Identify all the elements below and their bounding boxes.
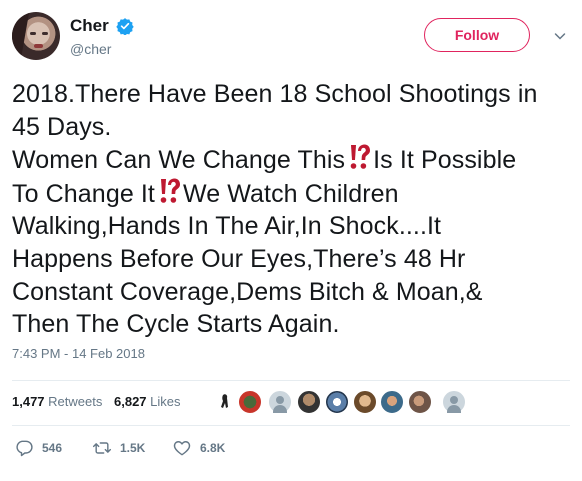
- like-button[interactable]: 6.8K: [172, 438, 225, 458]
- retweet-count: 1.5K: [120, 441, 146, 455]
- tweet-line: Women Can We Change This Is It Possible: [12, 143, 578, 177]
- likes-stat[interactable]: 6,827 Likes: [114, 394, 181, 409]
- liker-avatar[interactable]: [297, 390, 321, 414]
- tweet-line: Constant Coverage,Dems Bitch & Moan,&: [12, 277, 483, 306]
- liker-avatar[interactable]: [380, 390, 404, 414]
- handle[interactable]: @cher: [70, 41, 134, 57]
- tweet-header: Cher @cher Follow: [12, 12, 570, 64]
- tweet-text: 2018.There Have Been 18 School Shootings…: [12, 78, 578, 341]
- reply-icon: [16, 440, 33, 457]
- reply-button[interactable]: 546: [14, 438, 62, 458]
- liker-avatar[interactable]: [268, 390, 292, 414]
- liker-avatar[interactable]: [214, 390, 238, 414]
- tweet-line: 45 Days.: [12, 112, 112, 141]
- avatar-hair: [12, 12, 60, 60]
- retweets-label: Retweets: [48, 394, 103, 409]
- liker-avatar[interactable]: [325, 390, 349, 414]
- avatar-eye: [42, 32, 48, 35]
- avatar-lips: [34, 44, 43, 48]
- verified-badge-icon: [116, 18, 134, 35]
- tweet-line: Happens Before Our Eyes,There’s 48 Hr: [12, 244, 466, 273]
- like-count: 6.8K: [200, 441, 226, 455]
- retweet-icon: [92, 442, 112, 454]
- liker-avatar[interactable]: [353, 390, 377, 414]
- interrobang-icon: [160, 178, 180, 203]
- divider: [12, 380, 570, 381]
- tweet-line: Walking,Hands In The Air,In Shock....It: [12, 212, 442, 241]
- reply-count: 546: [42, 441, 63, 455]
- tweet-segment: We Watch Children: [182, 179, 399, 208]
- avatar-eye: [30, 32, 36, 35]
- likes-count: 6,827: [114, 394, 147, 409]
- liker-avatar[interactable]: [238, 390, 262, 414]
- tweet-stats: 1,477 Retweets 6,827 Likes: [12, 394, 189, 409]
- display-name[interactable]: Cher: [70, 16, 109, 36]
- retweets-stat[interactable]: 1,477 Retweets: [12, 394, 102, 409]
- tweet-line: Then The Cycle Starts Again.: [12, 310, 340, 339]
- avatar[interactable]: [12, 12, 60, 60]
- interrobang-icon: [350, 144, 371, 169]
- tweet-line: To Change It We Watch Children: [12, 177, 578, 211]
- tweet-segment: Women Can We Change This: [12, 146, 346, 175]
- tweet-line: 2018.There Have Been 18 School Shootings…: [12, 80, 538, 108]
- tweet-timestamp[interactable]: 7:43 PM - 14 Feb 2018: [12, 346, 145, 361]
- tweet-segment: To Change It: [12, 179, 155, 208]
- follow-button[interactable]: Follow: [424, 18, 530, 52]
- tweet-segment: Is It Possible: [373, 146, 517, 175]
- retweets-count: 1,477: [12, 394, 45, 409]
- author-names: Cher @cher: [70, 16, 134, 57]
- heart-icon: [173, 441, 191, 456]
- chevron-down-icon[interactable]: [554, 30, 566, 42]
- liker-avatar[interactable]: [442, 390, 466, 414]
- retweet-button[interactable]: 1.5K: [92, 438, 145, 458]
- liker-avatar[interactable]: [408, 390, 432, 414]
- likes-label: Likes: [150, 394, 181, 409]
- divider: [12, 425, 570, 426]
